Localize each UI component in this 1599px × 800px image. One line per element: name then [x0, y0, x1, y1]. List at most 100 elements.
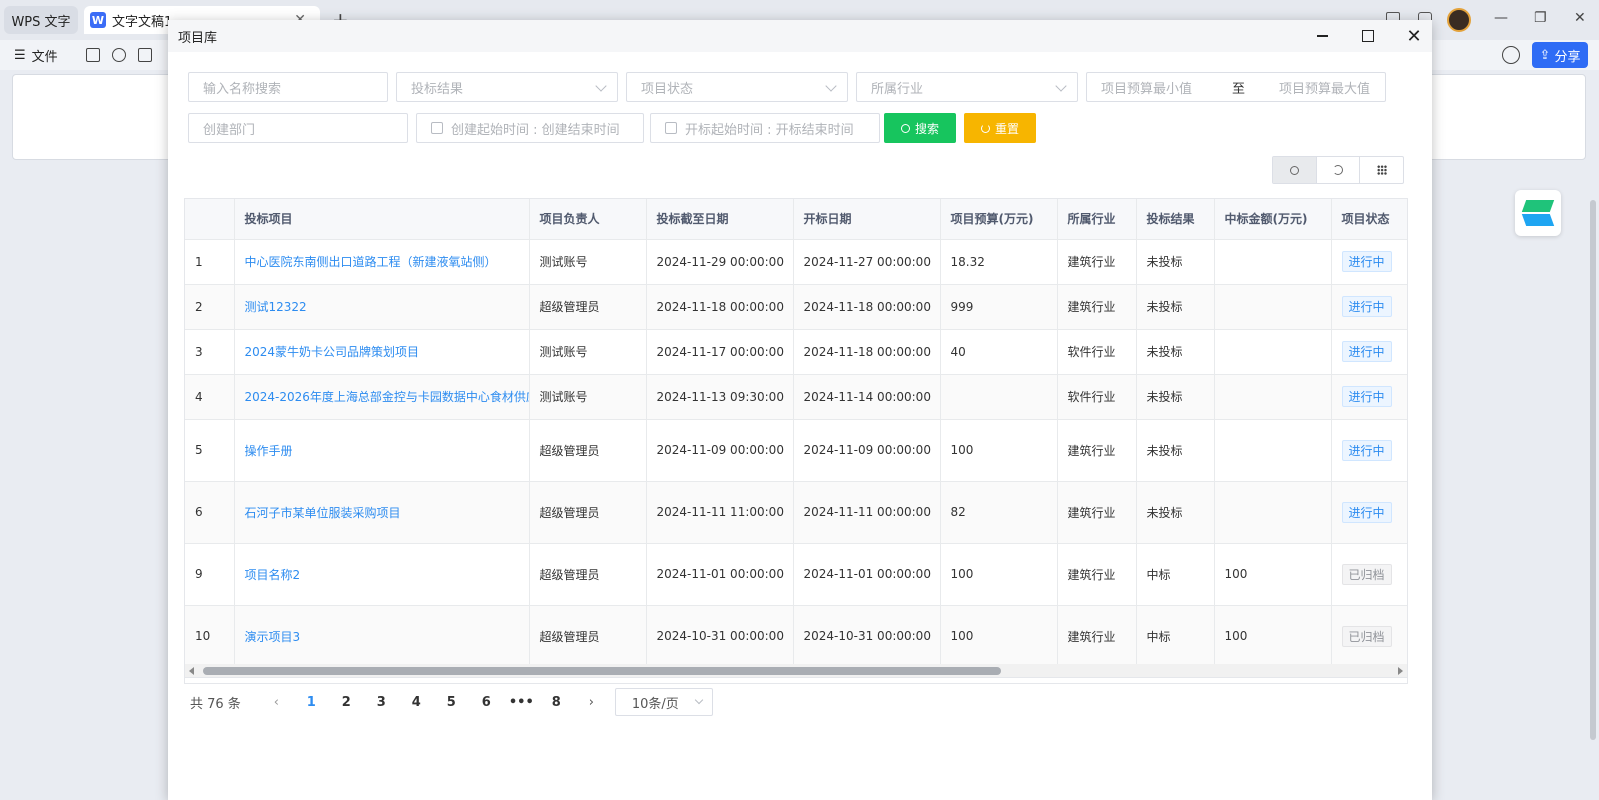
open-date-cell: 2024-10-31 00:00:00 [793, 605, 941, 668]
table-header-row: 投标项目 项目负责人 投标截至日期 开标日期 项目预算(万元) 所属行业 投标结… [185, 199, 1407, 240]
table-row[interactable]: 3 2024蒙牛奶卡公司品牌策划项目 测试账号 2024-11-17 00:00… [185, 329, 1407, 375]
project-name-link[interactable]: 项目名称2 [234, 543, 530, 606]
table-row[interactable]: 10 演示项目3 超级管理员 2024-10-31 00:00:00 2024-… [185, 605, 1407, 668]
reset-button[interactable]: 重置 [964, 113, 1036, 143]
table-row[interactable]: 6 石河子市某单位服装采购项目 超级管理员 2024-11-11 11:00:0… [185, 481, 1407, 544]
bid-result-cell: 未投标 [1136, 419, 1215, 482]
file-menu[interactable]: ☰ 文件 [14, 46, 58, 65]
column-header-status[interactable]: 项目状态 [1331, 199, 1407, 240]
next-page-icon[interactable]: › [574, 695, 609, 710]
deadline-cell: 2024-11-09 00:00:00 [646, 419, 794, 482]
placeholder: 项目状态 [641, 81, 694, 97]
row-index: 9 [185, 543, 235, 606]
table-row[interactable]: 9 项目名称2 超级管理员 2024-11-01 00:00:00 2024-1… [185, 543, 1407, 606]
column-header-open-date[interactable]: 开标日期 [793, 199, 941, 240]
refresh-icon [1333, 165, 1343, 175]
budget-cell: 999 [940, 284, 1058, 330]
page-item[interactable]: 6 [469, 695, 504, 710]
prev-page-icon[interactable]: ‹ [259, 695, 294, 710]
bid-result-cell: 未投标 [1136, 239, 1215, 285]
dialog-title: 项目库 [178, 30, 218, 46]
table-row[interactable]: 1 中心医院东南侧出口道路工程（新建液氧站侧） 测试账号 2024-11-29 … [185, 239, 1407, 285]
tab-wps-home[interactable]: WPS 文字 [4, 6, 78, 34]
industry-cell: 软件行业 [1057, 329, 1137, 375]
print-icon[interactable] [138, 48, 152, 62]
maximize-icon[interactable] [1358, 26, 1378, 46]
save-icon[interactable] [86, 48, 100, 62]
project-name-link[interactable]: 操作手册 [234, 419, 530, 482]
page-item[interactable]: 1 [294, 695, 329, 710]
project-status-select[interactable]: 项目状态 [626, 72, 848, 102]
menu-icon: ☰ [14, 48, 26, 63]
page-size-value: 10条/页 [631, 696, 679, 712]
deadline-cell: 2024-11-18 00:00:00 [646, 284, 794, 330]
win-amount-cell [1214, 329, 1332, 375]
budget-range-input[interactable]: 项目预算最小值 至 项目预算最大值 [1086, 72, 1386, 102]
department-input[interactable]: 创建部门 [188, 113, 408, 143]
table-row[interactable]: 2 测试12322 超级管理员 2024-11-18 00:00:00 2024… [185, 284, 1407, 330]
status-cell: 进行中 [1331, 374, 1407, 420]
name-search-input[interactable]: 输入名称搜索 [188, 72, 388, 102]
industry-cell: 建筑行业 [1057, 239, 1137, 285]
deadline-cell: 2024-11-13 09:30:00 [646, 374, 794, 420]
industry-select[interactable]: 所属行业 [856, 72, 1078, 102]
bid-result-select[interactable]: 投标结果 [396, 72, 618, 102]
deadline-cell: 2024-11-01 00:00:00 [646, 543, 794, 606]
pagination: 共 76 条 ‹ 1 2 3 4 5 6 ••• 8 › 10条/页 [190, 688, 713, 716]
owner-cell: 超级管理员 [529, 481, 647, 544]
search-button[interactable]: 搜索 [884, 113, 956, 143]
toggle-search-button[interactable] [1273, 157, 1317, 183]
page-item[interactable]: 8 [539, 695, 574, 710]
project-name-link[interactable]: 2024-2026年度上海总部金控与卡园数据中心食材供应商 [234, 374, 530, 420]
column-header-project[interactable]: 投标项目 [234, 199, 530, 240]
share-button[interactable]: ⇪ 分享 [1532, 42, 1588, 68]
page-ellipsis[interactable]: ••• [504, 695, 539, 710]
owner-cell: 测试账号 [529, 239, 647, 285]
page-item[interactable]: 4 [399, 695, 434, 710]
vertical-scrollbar[interactable] [1587, 170, 1599, 800]
project-name-link[interactable]: 石河子市某单位服装采购项目 [234, 481, 530, 544]
page-item[interactable]: 3 [364, 695, 399, 710]
column-header-deadline[interactable]: 投标截至日期 [646, 199, 794, 240]
scroll-right-icon[interactable] [1398, 667, 1403, 675]
restore-icon[interactable]: ❐ [1534, 10, 1547, 26]
create-time-range-picker[interactable]: 创建起始时间 : 创建结束时间 [416, 113, 644, 143]
table-row[interactable]: 5 操作手册 超级管理员 2024-11-09 00:00:00 2024-11… [185, 419, 1407, 482]
column-settings-button[interactable] [1360, 157, 1403, 183]
column-header-bid-result[interactable]: 投标结果 [1136, 199, 1215, 240]
row-index: 6 [185, 481, 235, 544]
open-date-cell: 2024-11-09 00:00:00 [793, 419, 941, 482]
column-header-budget[interactable]: 项目预算(万元) [940, 199, 1058, 240]
format-painter-icon[interactable] [112, 48, 126, 62]
project-name-link[interactable]: 2024蒙牛奶卡公司品牌策划项目 [234, 329, 530, 375]
open-date-cell: 2024-11-18 00:00:00 [793, 284, 941, 330]
page-item[interactable]: 2 [329, 695, 364, 710]
project-name-link[interactable]: 测试12322 [234, 284, 530, 330]
app-logo-icon[interactable] [1515, 190, 1561, 236]
table-row[interactable]: 4 2024-2026年度上海总部金控与卡园数据中心食材供应商 测试账号 202… [185, 374, 1407, 420]
budget-cell: 82 [940, 481, 1058, 544]
project-name-link[interactable]: 中心医院东南侧出口道路工程（新建液氧站侧） [234, 239, 530, 285]
status-cell: 进行中 [1331, 419, 1407, 482]
scrollbar-thumb[interactable] [203, 667, 1001, 675]
column-header-win-amount[interactable]: 中标金额(万元) [1214, 199, 1332, 240]
scroll-left-icon[interactable] [189, 667, 194, 675]
project-name-link[interactable]: 演示项目3 [234, 605, 530, 668]
open-time-range-picker[interactable]: 开标起始时间 : 开标结束时间 [650, 113, 880, 143]
cloud-upload-icon[interactable] [1502, 46, 1520, 64]
horizontal-scrollbar[interactable] [184, 664, 1408, 678]
column-header-industry[interactable]: 所属行业 [1057, 199, 1137, 240]
status-badge: 进行中 [1341, 251, 1392, 272]
placeholder: 输入名称搜索 [203, 81, 282, 97]
close-window-icon[interactable]: ✕ [1574, 10, 1586, 26]
minimize-icon[interactable] [1312, 26, 1332, 46]
page-size-select[interactable]: 10条/页 [614, 688, 713, 716]
avatar[interactable] [1447, 8, 1471, 32]
close-icon[interactable]: ✕ [1404, 26, 1424, 47]
status-cell: 已归档 [1331, 543, 1407, 606]
owner-cell: 超级管理员 [529, 419, 647, 482]
column-header-owner[interactable]: 项目负责人 [529, 199, 647, 240]
minimize-icon[interactable]: — [1494, 10, 1508, 26]
refresh-button[interactable] [1317, 157, 1361, 183]
page-item[interactable]: 5 [434, 695, 469, 710]
